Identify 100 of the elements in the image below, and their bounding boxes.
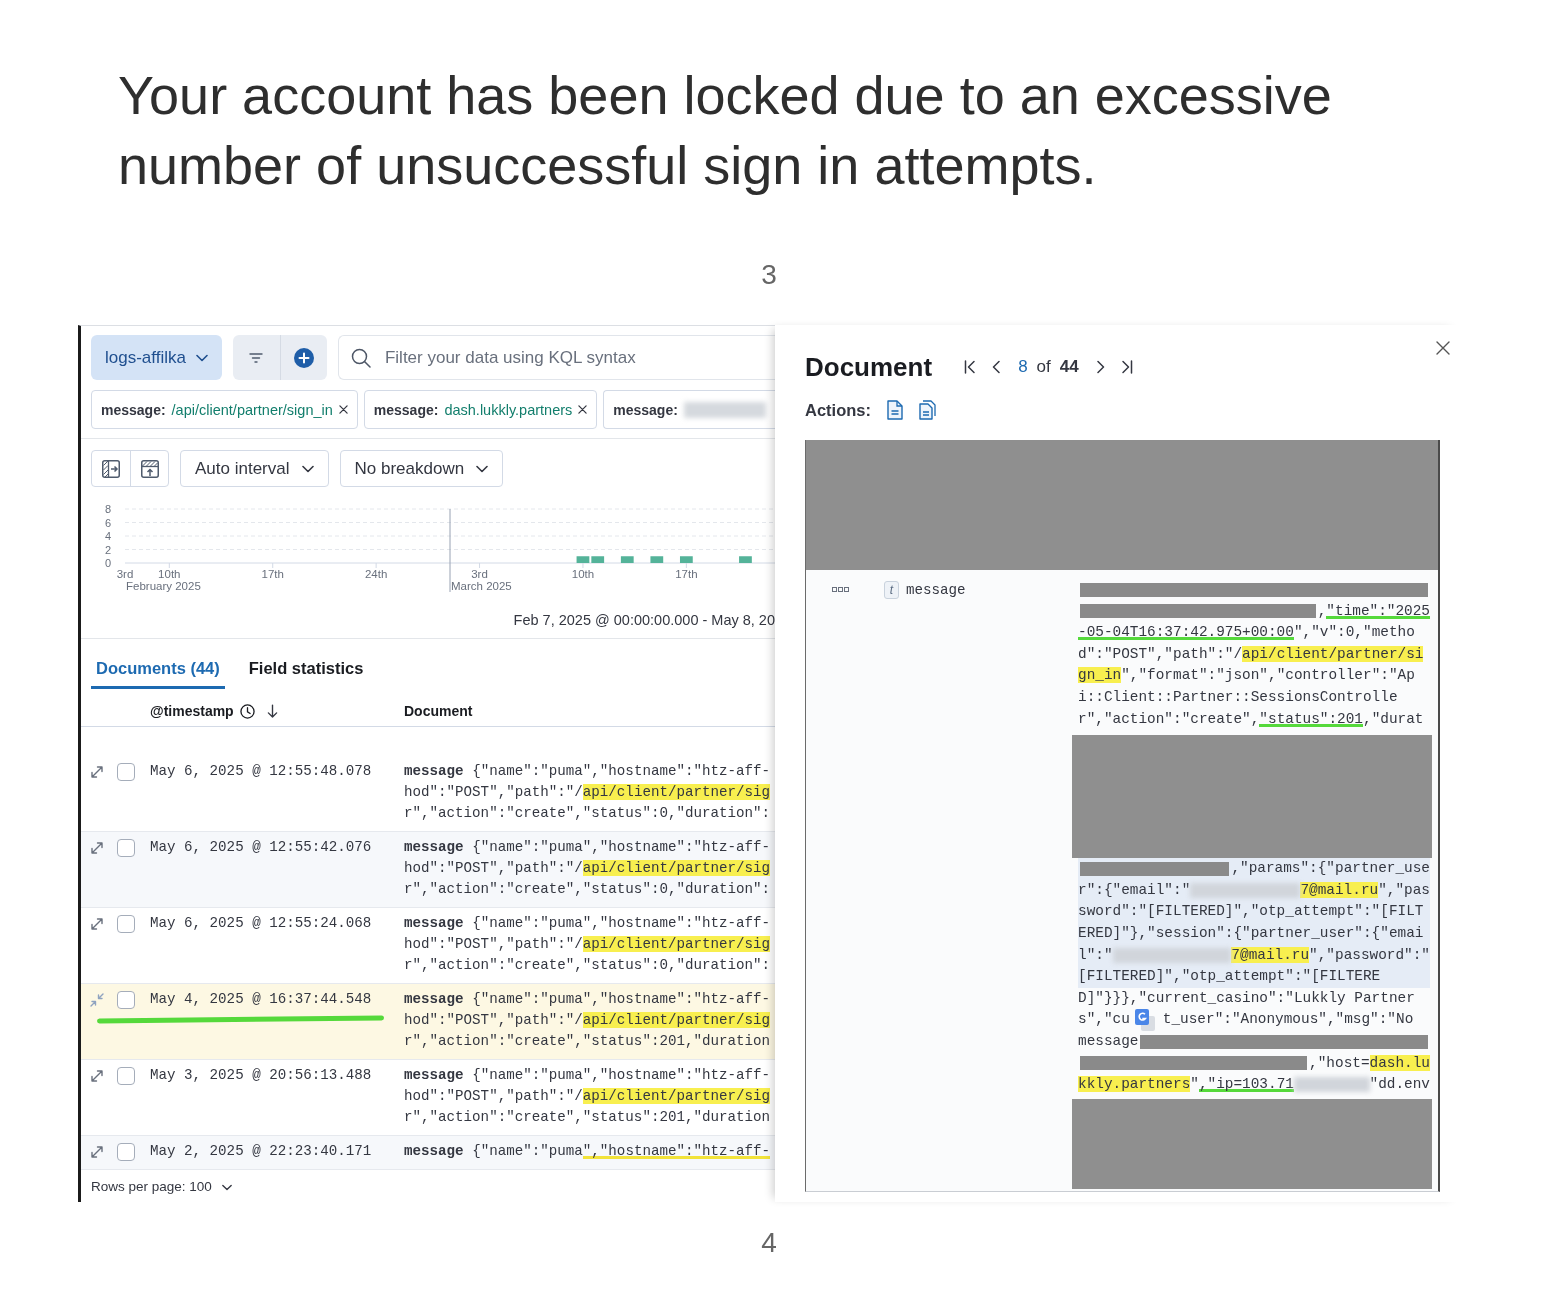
axis-tick-label: 0 [104, 557, 112, 569]
timestamp-cell-text: May 2, 2025 @ 22:23:40.171 [150, 1142, 372, 1161]
json-text: ,"host=dash.lu [1309, 1053, 1430, 1073]
json-text: ,"params":{"partner_use [1231, 859, 1430, 879]
remove-icon[interactable] [338, 405, 348, 414]
table-row[interactable]: May 6, 2025 @ 12:55:42.076 message {"name":"puma","hostname":"htz-aff- hod":"POST","path":"/api/client/partner/sig r","action":"create","status":0,"duration": [81, 832, 775, 908]
json-text: l":" [1078, 945, 1113, 965]
actions-label: Actions: [805, 400, 871, 420]
json-text: kkly.partners","ip=103.71 [1078, 1075, 1294, 1095]
chevron-down-icon [301, 464, 314, 473]
view-document-button[interactable] [887, 400, 903, 420]
chevron-right-icon [1096, 360, 1105, 374]
timestamp-cell-text: May 3, 2025 @ 20:56:13.488 [150, 1066, 372, 1085]
pager-text: of [1036, 357, 1051, 377]
data-view-button[interactable]: logs-affilka [91, 335, 222, 380]
chevron-down-icon [476, 464, 489, 473]
sort-down-arrow-icon[interactable] [266, 703, 278, 719]
filter-pill[interactable]: message: /api/client/partner/sign_in [91, 390, 358, 429]
axis-tick-label: 3rd [471, 568, 488, 580]
axis-tick-label: 2 [104, 543, 112, 556]
flyout-title: Document [805, 352, 933, 382]
axis-tick-label: 8 [104, 503, 112, 515]
json-text: i::Client::Partner::SessionsControlle [1078, 687, 1398, 707]
close-button[interactable] [1434, 339, 1452, 357]
tab[interactable]: Field statistics [243, 651, 369, 689]
translate-icon[interactable] [1134, 1009, 1155, 1032]
panel-arrow-up-icon [140, 459, 159, 478]
chevron-down-icon [195, 353, 208, 362]
expand-arrows-icon[interactable] [90, 840, 104, 855]
filter-icon [249, 352, 264, 363]
expand-arrows-icon[interactable] [90, 764, 104, 779]
last-page-icon [1120, 360, 1133, 374]
row-checkbox[interactable] [117, 838, 135, 857]
document-cell-text: message {"name":"puma","hostname":"htz-aff- hod":"POST","path":"/api/client/partner/sig r","action":"create","status":0,"duration": [404, 914, 771, 975]
plus-circle-icon [293, 347, 314, 368]
three-squares-icon[interactable] [832, 587, 850, 593]
row-checkbox[interactable] [117, 1142, 135, 1161]
page-number: 3 [761, 258, 777, 292]
current-page-number: 8 [1018, 357, 1028, 377]
first-page-icon [964, 360, 977, 374]
table-row[interactable]: May 2, 2025 @ 22:23:40.171 message {"name":"puma","hostname":"htz-aff- [81, 1136, 775, 1170]
field-type-badge: t [884, 581, 899, 599]
view-surrounding-documents-button[interactable] [919, 400, 937, 420]
chevron-down-icon [221, 1183, 232, 1191]
json-text: 7@mail.ru","password":" [1231, 945, 1430, 965]
expand-arrows-icon[interactable] [90, 1144, 104, 1159]
json-text: D]"}}},"current_casino":"Lukkly Partner [1078, 988, 1415, 1008]
json-text: r":{"email":" [1078, 880, 1191, 900]
axis-tick-label: 24th [364, 568, 388, 580]
interval-dropdown[interactable]: Auto interval [180, 450, 329, 487]
timestamp-cell-text: May 6, 2025 @ 12:55:42.076 [150, 838, 372, 857]
field-name: message [906, 582, 966, 598]
timestamp-cell-text: May 4, 2025 @ 16:37:44.548 [150, 990, 372, 1009]
row-checkbox[interactable] [117, 914, 135, 933]
column-header[interactable]: @timestamp [150, 703, 234, 719]
json-text: ERED]"},"session":{"partner_user":{"emai [1078, 923, 1424, 943]
stacked-documents-icon [919, 400, 937, 420]
document-cell-text: message {"name":"puma","hostname":"htz-aff- hod":"POST","path":"/api/client/partner/sig r","action":"create","status":201,"duration [404, 990, 771, 1051]
document-cell-text: message {"name":"puma","hostname":"htz-aff- [404, 1142, 771, 1161]
axis-period-label: February 2025 [126, 580, 201, 592]
search-field[interactable]: Filter your data using KQL syntax [337, 335, 775, 380]
document-cell-text: message {"name":"puma","hostname":"htz-aff- hod":"POST","path":"/api/client/partner/sig r","action":"create","status":0,"duration": [404, 838, 771, 899]
search-icon [350, 348, 371, 368]
json-text: ,"time":"2025 [1317, 601, 1430, 621]
axis-tick-label: 10th [571, 568, 595, 580]
json-text: d":"POST","path":"/api/client/partner/si [1078, 644, 1424, 664]
table-row[interactable]: May 4, 2025 @ 16:37:44.548 message {"name":"puma","hostname":"htz-aff- hod":"POST","path":"/api/client/partner/sig r","action":"create","status":201,"duration [81, 984, 775, 1060]
json-text: t_user":"Anonymous","msg":"No [1162, 1010, 1414, 1030]
expand-arrows-icon[interactable] [90, 916, 104, 931]
document-cell-text: message {"name":"puma","hostname":"htz-aff- hod":"POST","path":"/api/client/partner/sig r","action":"create","status":201,"duration [404, 1066, 771, 1127]
json-text: [FILTERED]","otp_attempt":"[FILTERE [1078, 967, 1381, 987]
page-heading: Your account has been locked due to an excessive number of unsuccessful sign in attempts. [118, 64, 1333, 197]
panel-arrow-right-icon [102, 459, 120, 478]
json-text: gn_in","format":"json","controller":"Ap [1078, 666, 1415, 686]
chevron-left-icon [992, 360, 1001, 374]
row-checkbox[interactable] [117, 990, 135, 1009]
expand-arrows-icon[interactable] [90, 1068, 104, 1083]
breakdown-dropdown[interactable]: No breakdown [339, 450, 504, 487]
document-cell-text: message {"name":"puma","hostname":"htz-aff- hod":"POST","path":"/api/client/partner/sig r","action":"create","status":0,"duration": [404, 762, 771, 823]
remove-icon[interactable] [578, 405, 588, 414]
json-text: s","cu [1078, 1010, 1130, 1030]
axis-tick-label: 4 [104, 530, 112, 542]
filter-pill[interactable]: message: [603, 390, 775, 429]
clock-icon [239, 703, 255, 719]
json-text: 7@mail.ru","pas [1300, 880, 1430, 900]
time-range-text[interactable]: Feb 7, 2025 @ 00:00:00.000 - May 8, 20 [513, 612, 775, 628]
axis-tick-label: 17th [261, 568, 284, 580]
axis-period-label: March 2025 [451, 580, 512, 592]
axis-tick-label: 17th [675, 568, 698, 580]
row-checkbox[interactable] [117, 762, 135, 781]
json-text: -05-04T16:37:42.975+00:00","v":0,"metho [1078, 623, 1415, 643]
axis-tick-label: 3rd [116, 568, 134, 580]
json-text: sword":"[FILTERED]","otp_attempt":"[FILT [1078, 902, 1424, 922]
axis-tick-label: 10th [158, 568, 181, 580]
filter-pill[interactable]: message: dash.lukkly.partners [363, 390, 598, 429]
column-header[interactable]: Document [404, 703, 473, 719]
axis-tick-label: 6 [104, 516, 112, 529]
tab[interactable]: Documents (44) [91, 651, 225, 689]
row-checkbox[interactable] [117, 1066, 135, 1085]
rows-per-page-button[interactable]: Rows per page: 100 [91, 1179, 232, 1195]
